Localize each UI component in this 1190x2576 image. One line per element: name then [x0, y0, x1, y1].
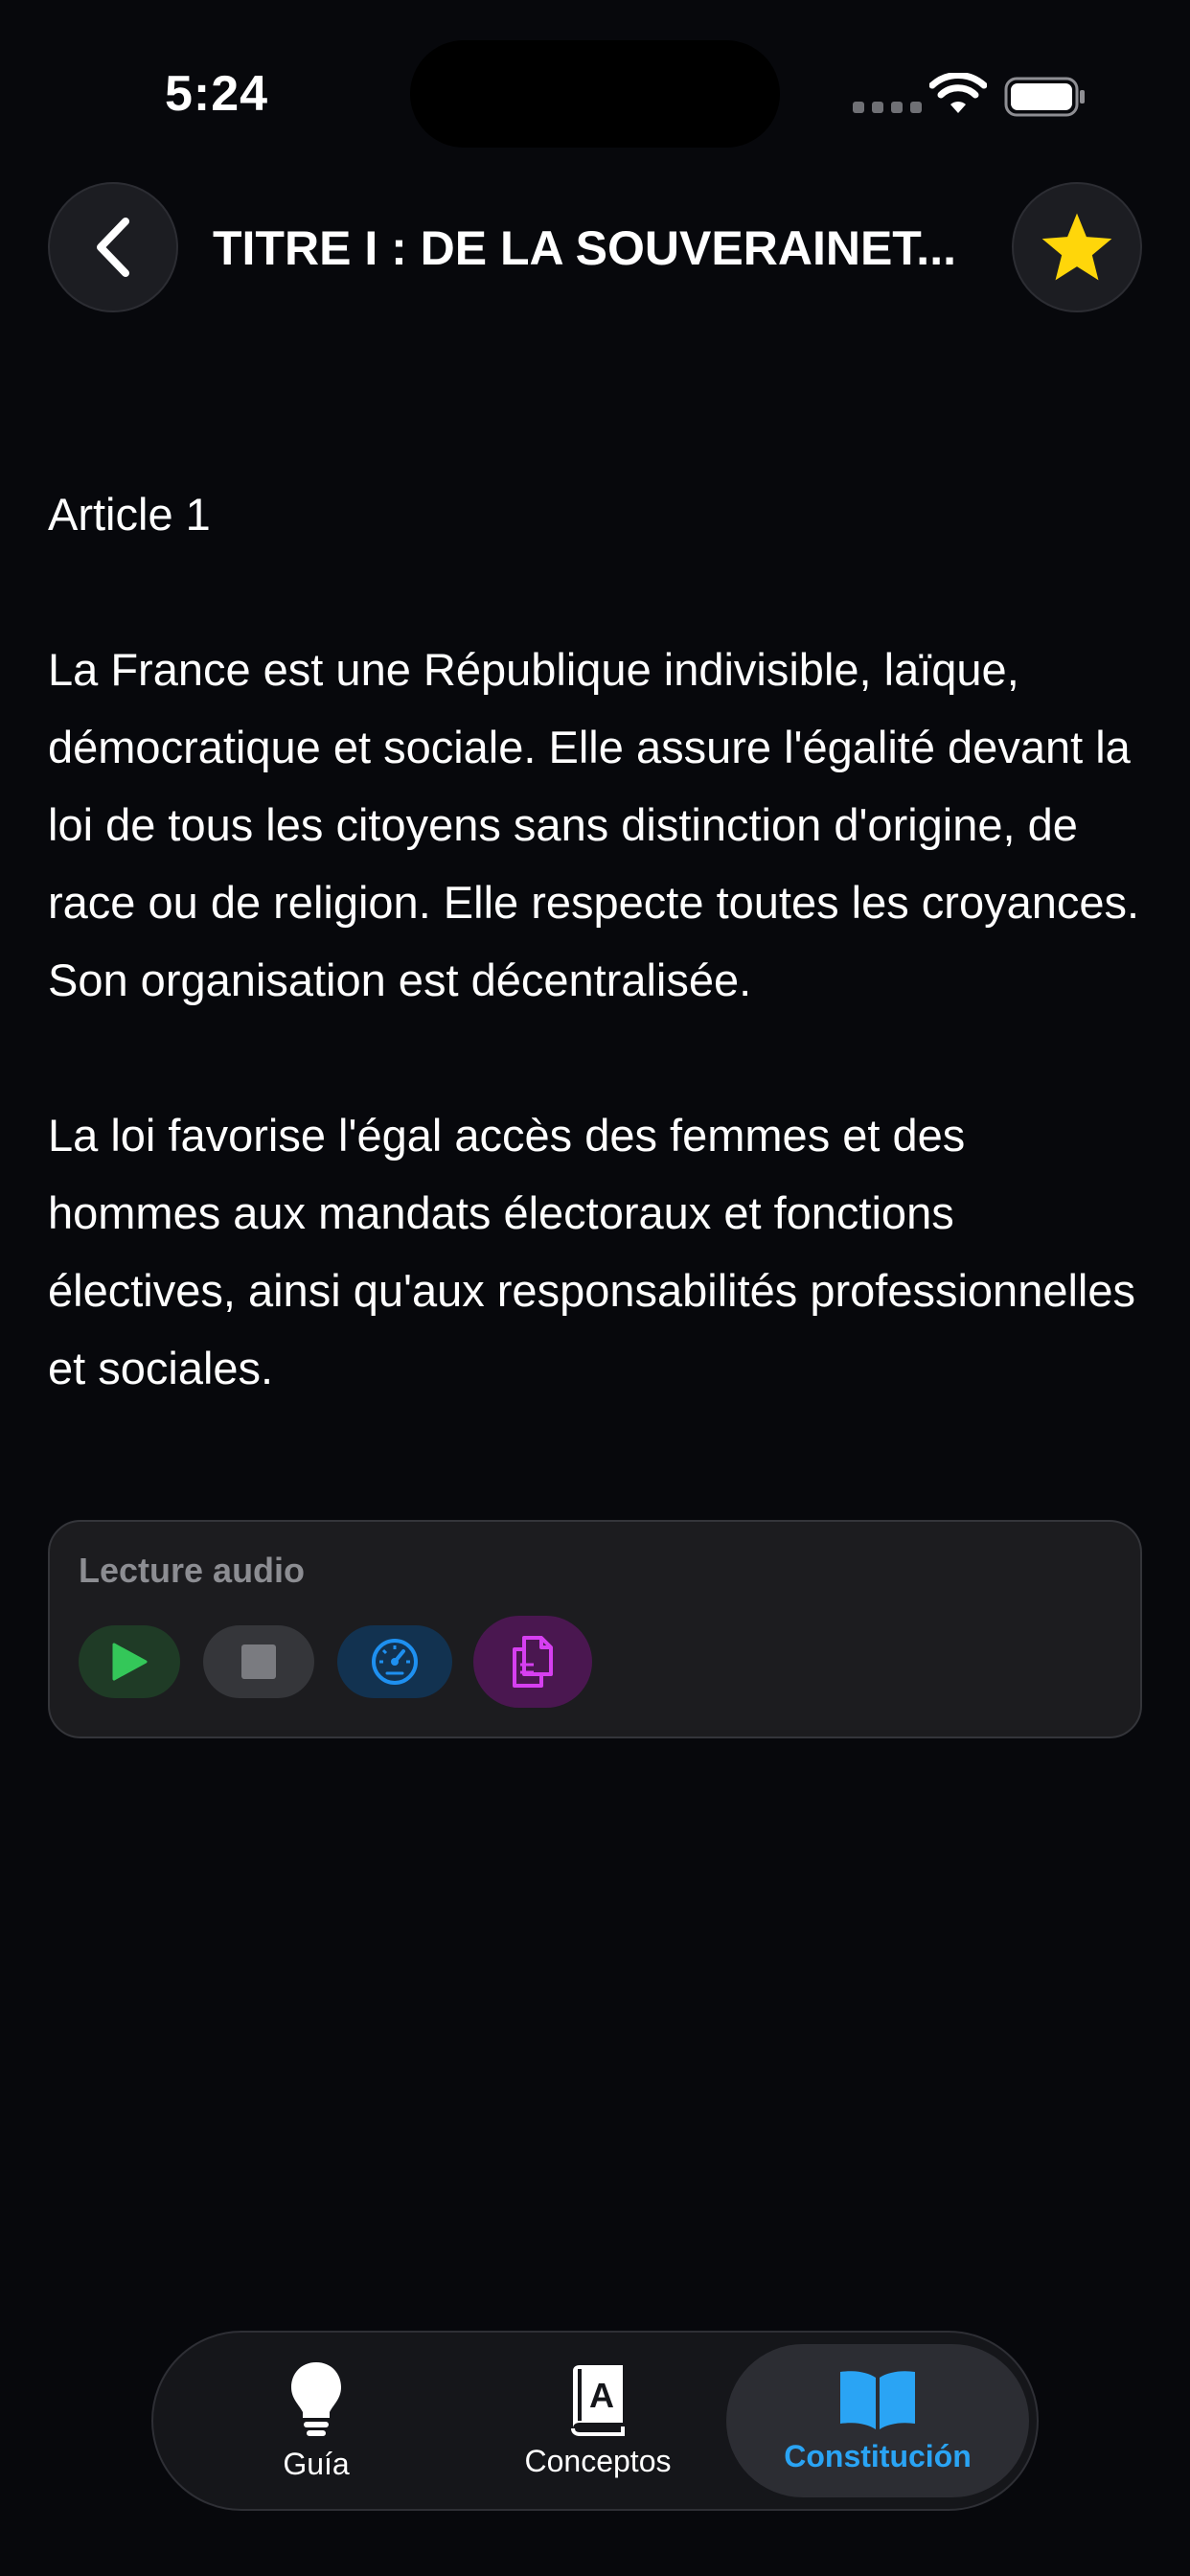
- speed-button[interactable]: [337, 1625, 452, 1698]
- tab-guia[interactable]: Guía: [172, 2333, 460, 2509]
- battery-icon: [1004, 77, 1085, 117]
- svg-text:A: A: [589, 2376, 614, 2415]
- copy-icon: [513, 1636, 553, 1688]
- favorite-button[interactable]: [1012, 182, 1142, 312]
- article-content: Article 1 La France est une République i…: [48, 475, 1150, 1407]
- tab-label-conceptos: Conceptos: [524, 2443, 672, 2478]
- status-time: 5:24: [165, 66, 269, 122]
- tab-bar: Guía A Conceptos Constitución: [151, 2331, 1039, 2511]
- dynamic-island: [410, 40, 780, 148]
- page-title: TITRE I : DE LA SOUVERAINET...: [213, 221, 956, 275]
- article-paragraph-2: La loi favorise l'égal accès des femmes …: [48, 1110, 1135, 1393]
- play-icon: [112, 1643, 148, 1681]
- tab-conceptos[interactable]: A Conceptos: [454, 2333, 742, 2509]
- lightbulb-icon: [291, 2361, 341, 2436]
- copy-button[interactable]: [473, 1616, 592, 1708]
- article-heading: Article 1: [48, 489, 211, 540]
- chevron-left-icon: [97, 218, 129, 277]
- article-paragraph-1: La France est une République indivisible…: [48, 644, 1140, 1005]
- audio-player-card: Lecture audio: [48, 1520, 1142, 1738]
- audio-label: Lecture audio: [79, 1551, 306, 1590]
- speedometer-icon: [372, 1639, 418, 1685]
- book-icon: [840, 2370, 915, 2429]
- dictionary-icon: A: [571, 2364, 625, 2436]
- screen: 5:24 TITRE I : DE LA SOUVERAINET... Arti…: [0, 0, 1190, 2576]
- tab-label-guia: Guía: [283, 2446, 350, 2481]
- play-button[interactable]: [79, 1625, 180, 1698]
- stop-icon: [241, 1644, 276, 1679]
- star-icon: [1041, 213, 1112, 281]
- wifi-icon: [929, 73, 987, 113]
- cellular-signal-icon: [853, 102, 922, 113]
- tab-constitucion[interactable]: Constitución: [726, 2344, 1029, 2497]
- tab-label-constitucion: Constitución: [784, 2438, 972, 2473]
- back-button[interactable]: [48, 182, 178, 312]
- stop-button[interactable]: [203, 1625, 314, 1698]
